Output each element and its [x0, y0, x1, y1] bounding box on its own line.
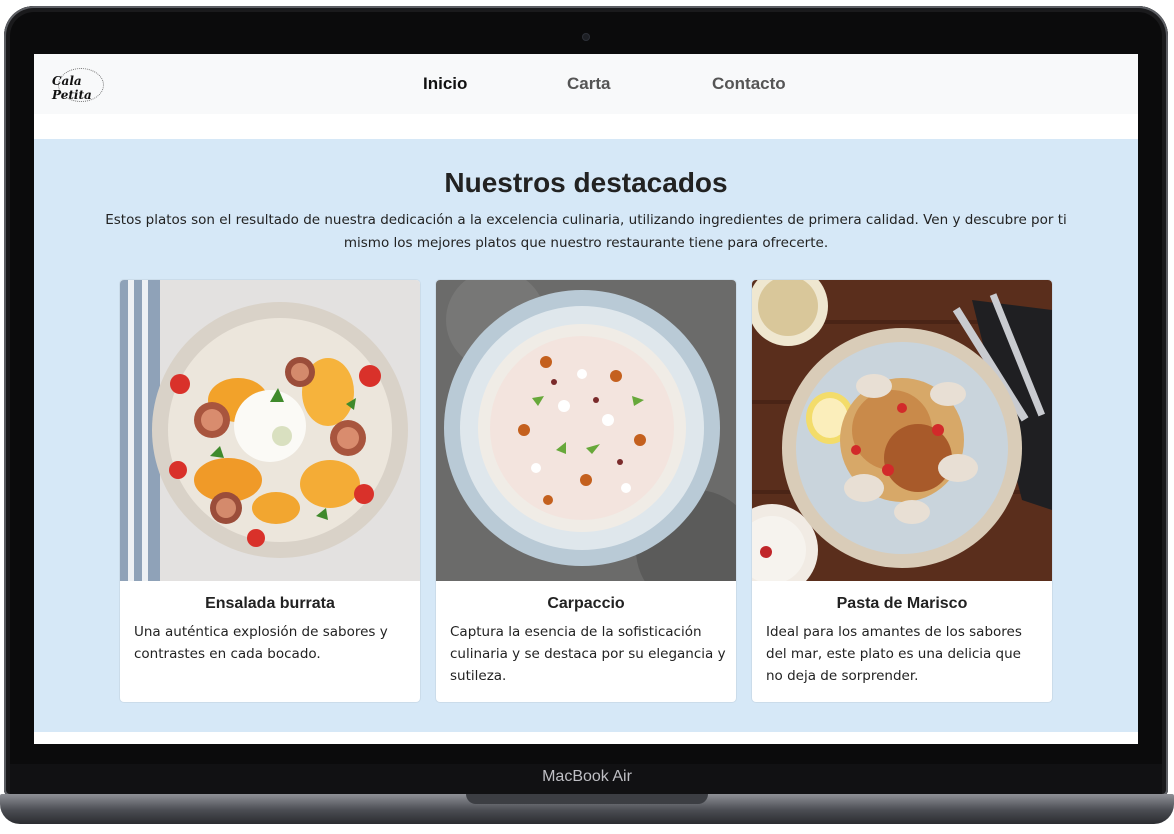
- browser-viewport: Cala Petita Inicio Carta Contacto Nuestr…: [34, 54, 1138, 744]
- seafood-pasta-image: [752, 280, 1052, 581]
- logo-text: Cala Petita: [52, 74, 92, 102]
- camera-icon: [582, 33, 590, 41]
- section-description: Estos platos son el resultado de nuestra…: [105, 212, 1067, 251]
- carpaccio-image: [436, 280, 736, 581]
- card-text: Ideal para los amantes de los sabores de…: [766, 624, 1022, 684]
- nav-link-carta[interactable]: Carta: [567, 74, 610, 94]
- nav-link-contacto[interactable]: Contacto: [712, 74, 786, 94]
- navbar: Cala Petita Inicio Carta Contacto: [34, 54, 1138, 114]
- dish-card-ensalada-burrata[interactable]: Ensalada burrata Una auténtica explosión…: [120, 280, 420, 702]
- laptop-frame: Cala Petita Inicio Carta Contacto Nuestr…: [0, 0, 1174, 834]
- card-title: Ensalada burrata: [205, 595, 335, 612]
- device-model-label: MacBook Air: [542, 768, 632, 785]
- section-title: Nuestros destacados: [444, 167, 728, 198]
- featured-section: Nuestros destacados Estos platos son el …: [34, 139, 1138, 732]
- card-text: Captura la esencia de la sofisticación c…: [450, 624, 726, 684]
- laptop-hinge-notch: [466, 794, 708, 804]
- spacer: [34, 114, 1138, 139]
- card-title: Pasta de Marisco: [836, 595, 968, 612]
- dish-card-pasta-de-marisco[interactable]: Pasta de Marisco Ideal para los amantes …: [752, 280, 1052, 702]
- card-title: Carpaccio: [547, 595, 625, 612]
- burrata-salad-image: [120, 280, 420, 581]
- page-bottom: [34, 732, 1138, 744]
- nav-link-inicio[interactable]: Inicio: [423, 74, 467, 94]
- card-text: Una auténtica explosión de sabores y con…: [134, 624, 388, 662]
- dish-card-carpaccio[interactable]: Carpaccio Captura la esencia de la sofis…: [436, 280, 736, 702]
- restaurant-logo[interactable]: Cala Petita: [48, 66, 114, 102]
